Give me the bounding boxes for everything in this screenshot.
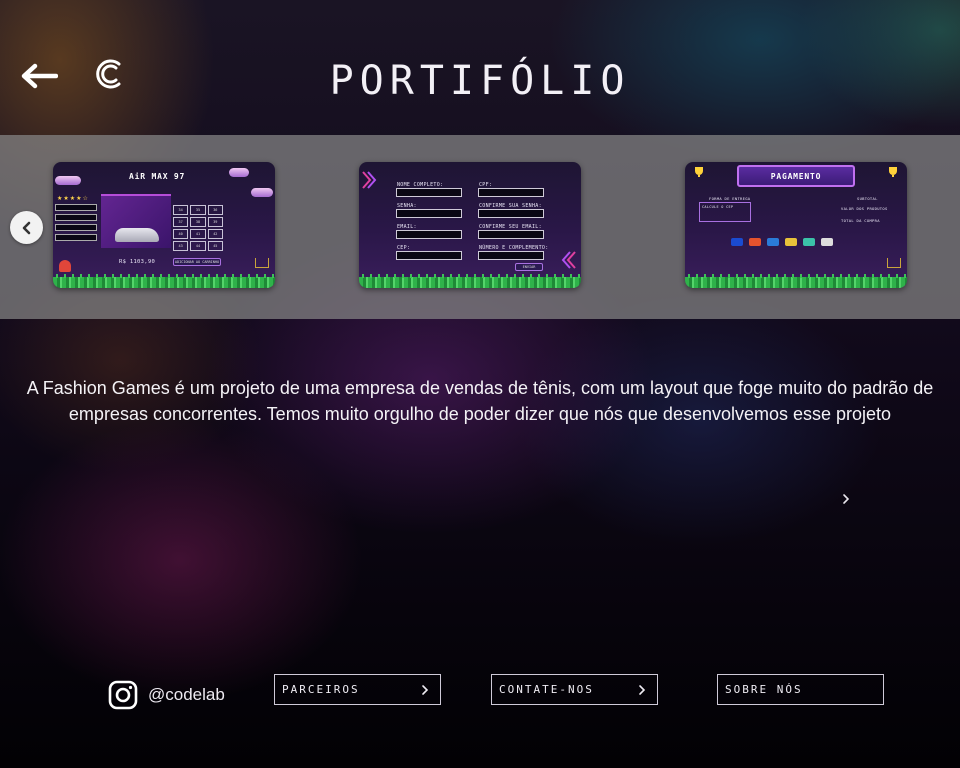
instagram-icon bbox=[108, 680, 138, 710]
button-label: SOBRE NÓS bbox=[725, 683, 803, 696]
form-field bbox=[396, 230, 462, 239]
portfolio-carousel: AiR MAX 97 ★★★★☆ 34 35 36 37 38 39 40 41 42 43… bbox=[0, 135, 960, 319]
form-field bbox=[396, 251, 462, 260]
pixel-grass bbox=[359, 274, 581, 288]
add-to-cart-mini: ADICIONAR AO CARRINHO bbox=[173, 258, 221, 266]
crown-icon bbox=[887, 258, 901, 268]
delivery-box: CALCULE O CEP bbox=[699, 202, 751, 222]
info-box bbox=[55, 224, 97, 231]
pixel-grass bbox=[685, 274, 907, 288]
page-title: PORTIFÓLIO bbox=[329, 58, 631, 104]
form-field bbox=[478, 188, 544, 197]
chevron-right-icon bbox=[639, 684, 646, 695]
instagram-link[interactable]: @codelab bbox=[108, 680, 225, 710]
pay-label: VALOR DOS PRODUTOS bbox=[841, 206, 888, 211]
mastercard-icon bbox=[749, 238, 761, 246]
slide-title: PAGAMENTO bbox=[770, 171, 822, 181]
contate-nos-button[interactable]: CONTATE-NOS bbox=[491, 674, 658, 705]
button-label: CONTATE-NOS bbox=[499, 683, 594, 696]
slide-product-page[interactable]: AiR MAX 97 ★★★★☆ 34 35 36 37 38 39 40 41 42 43… bbox=[53, 162, 275, 288]
amex-icon bbox=[767, 238, 779, 246]
size-grid: 34 35 36 37 38 39 40 41 42 43 44 45 bbox=[173, 205, 223, 251]
pix-icon bbox=[803, 238, 815, 246]
chevron-left-icon bbox=[22, 221, 30, 234]
form-field bbox=[478, 251, 544, 260]
next-button[interactable] bbox=[841, 492, 855, 510]
chevrons-right-icon bbox=[362, 171, 377, 189]
pixel-cloud bbox=[229, 168, 249, 177]
parceiros-button[interactable]: PARCEIROS bbox=[274, 674, 441, 705]
info-box bbox=[55, 234, 97, 241]
chevron-right-icon bbox=[422, 684, 429, 695]
rating-stars: ★★★★☆ bbox=[57, 195, 89, 202]
slide-price: R$ 1103,90 bbox=[119, 259, 156, 265]
mushroom-icon bbox=[59, 260, 71, 272]
submit-mini: ENVIAR bbox=[515, 263, 543, 271]
form-field bbox=[478, 230, 544, 239]
payment-banner: PAGAMENTO bbox=[737, 165, 855, 187]
info-box bbox=[55, 214, 97, 221]
pixel-cloud bbox=[251, 188, 273, 197]
boleto-icon bbox=[821, 238, 833, 246]
pixel-cloud bbox=[55, 176, 81, 185]
pay-label: TOTAL DA COMPRA bbox=[841, 218, 880, 223]
pay-label: FORMA DE ENTREGA bbox=[709, 196, 751, 201]
pay-label: SUBTOTAL bbox=[857, 196, 878, 201]
sobre-nos-button[interactable]: SOBRE NÓS bbox=[717, 674, 884, 705]
form-field bbox=[478, 209, 544, 218]
chevron-right-icon bbox=[843, 494, 850, 504]
form-field bbox=[396, 209, 462, 218]
info-box bbox=[55, 204, 97, 211]
trophy-icon bbox=[695, 167, 703, 177]
pixel-grass bbox=[53, 274, 275, 288]
chevrons-left-icon bbox=[561, 251, 576, 269]
slide-signup-form[interactable]: NOME COMPLETO: CPF: SENHA: CONFIRME SUA … bbox=[359, 162, 581, 288]
payment-methods bbox=[731, 238, 833, 246]
crown-icon bbox=[255, 258, 269, 268]
visa-icon bbox=[731, 238, 743, 246]
carousel-prev-button[interactable] bbox=[10, 211, 43, 244]
sneaker-image bbox=[115, 228, 159, 242]
slide-payment-page[interactable]: PAGAMENTO FORMA DE ENTREGA CALCULE O CEP… bbox=[685, 162, 907, 288]
trophy-icon bbox=[889, 167, 897, 177]
instagram-handle: @codelab bbox=[148, 685, 225, 704]
elo-icon bbox=[785, 238, 797, 246]
page: PORTIFÓLIO AiR MAX 97 ★★★★☆ 34 35 36 37 38 3… bbox=[0, 0, 960, 768]
form-field bbox=[396, 188, 462, 197]
project-description: A Fashion Games é um projeto de uma empr… bbox=[26, 378, 934, 424]
slide-title: AiR MAX 97 bbox=[129, 172, 186, 181]
button-label: PARCEIROS bbox=[282, 683, 360, 696]
